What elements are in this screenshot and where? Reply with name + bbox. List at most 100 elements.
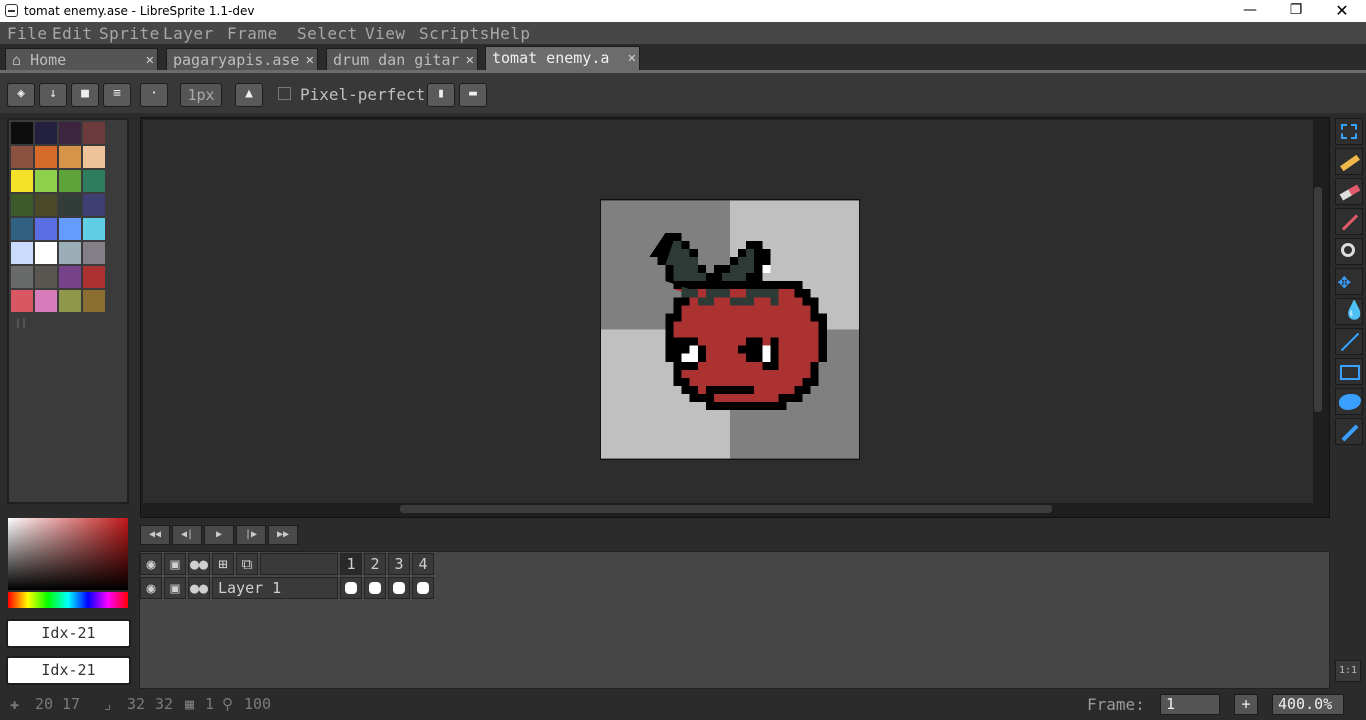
move-tool[interactable]: ✥ <box>1335 268 1363 295</box>
tab-tomat-enemy[interactable]: tomat enemy.a ✕ <box>485 46 640 72</box>
layer-name[interactable]: Layer 1 <box>212 577 338 599</box>
first-frame-button[interactable]: ◀◀ <box>140 525 170 545</box>
lock-header-icon[interactable]: ▣ <box>164 553 186 575</box>
palette-swatch[interactable] <box>35 242 57 264</box>
brush-dot-button[interactable]: · <box>140 83 168 107</box>
color-spectrum[interactable] <box>8 518 128 610</box>
menu-layer[interactable]: Layer <box>163 24 214 43</box>
close-icon[interactable]: ✕ <box>628 47 636 69</box>
zoom-reset-button[interactable]: 1:1 <box>1335 660 1361 682</box>
tab-home[interactable]: ⌂ Home ✕ <box>5 48 158 72</box>
palette-swatch[interactable] <box>35 170 57 192</box>
pixel-perfect-checkbox[interactable] <box>278 87 291 100</box>
rectangle-tool[interactable] <box>1335 358 1363 385</box>
contour-tool[interactable] <box>1335 388 1363 415</box>
menu-frame[interactable]: Frame <box>227 24 278 43</box>
menu-file[interactable]: File <box>7 24 48 43</box>
onion-skin-icon[interactable]: ⊞ <box>212 553 234 575</box>
brush-size-field[interactable]: 1px <box>180 83 222 107</box>
horizontal-scrollbar[interactable] <box>400 505 1052 513</box>
zoom-input[interactable]: 400.0% <box>1272 694 1344 715</box>
minimize-button[interactable]: — <box>1227 0 1273 22</box>
frame-header-4[interactable]: 4 <box>412 553 434 575</box>
palette-swatch[interactable] <box>11 122 33 144</box>
layer-continuous-icon[interactable]: ●● <box>188 577 210 599</box>
next-frame-button[interactable]: |▶ <box>236 525 266 545</box>
palette-swatch[interactable] <box>83 122 105 144</box>
cel-frame-1[interactable] <box>340 577 362 599</box>
palette-swatch[interactable] <box>83 146 105 168</box>
menu-scripts[interactable]: Scripts <box>419 24 490 43</box>
brush-down-button[interactable]: ↓ <box>39 83 67 107</box>
palette-swatch[interactable] <box>59 122 81 144</box>
brush-square-button[interactable]: ■ <box>71 83 99 107</box>
play-button[interactable]: ▶ <box>204 525 234 545</box>
palette-swatch[interactable] <box>35 194 57 216</box>
tab-drum-dan-gitar[interactable]: drum dan gitar ✕ <box>326 48 478 72</box>
palette-swatch[interactable] <box>35 146 57 168</box>
palette-swatch[interactable] <box>83 290 105 312</box>
palette-swatch[interactable] <box>83 266 105 288</box>
menu-view[interactable]: View <box>365 24 406 43</box>
palette-swatch[interactable] <box>11 170 33 192</box>
brush-type-button[interactable]: ◈ <box>7 83 35 107</box>
symmetry-v-button[interactable]: ▮ <box>427 83 455 107</box>
hue-slider[interactable] <box>8 592 128 608</box>
frame-input[interactable]: 1 <box>1160 694 1220 715</box>
cel-frame-4[interactable] <box>412 577 434 599</box>
palette-swatch[interactable] <box>59 290 81 312</box>
cel-frame-3[interactable] <box>388 577 410 599</box>
palette-swatch[interactable] <box>11 194 33 216</box>
sprite-canvas[interactable] <box>600 199 860 460</box>
symmetry-h-button[interactable]: ▬ <box>459 83 487 107</box>
palette-swatch[interactable] <box>11 266 33 288</box>
palette-swatch[interactable] <box>59 170 81 192</box>
frame-header-2[interactable]: 2 <box>364 553 386 575</box>
background-color-button[interactable]: Idx-21 <box>6 656 131 685</box>
palette-swatch[interactable] <box>11 290 33 312</box>
palette-resize-handle[interactable]: || <box>15 318 27 329</box>
link-cels-icon[interactable]: ⧉ <box>236 553 258 575</box>
close-button[interactable]: ✕ <box>1319 0 1365 22</box>
pencil-tool[interactable] <box>1335 148 1363 175</box>
layer-visibility-icon[interactable]: ◉ <box>140 577 162 599</box>
menu-help[interactable]: Help <box>490 24 531 43</box>
continuous-header-icon[interactable]: ●● <box>188 553 210 575</box>
palette-swatch[interactable] <box>59 194 81 216</box>
frame-header-3[interactable]: 3 <box>388 553 410 575</box>
palette-swatch[interactable] <box>83 218 105 240</box>
sv-area[interactable] <box>8 518 128 590</box>
palette-swatch[interactable] <box>83 170 105 192</box>
close-icon[interactable]: ✕ <box>306 49 314 71</box>
zoom-tool[interactable] <box>1335 238 1363 265</box>
cel-frame-2[interactable] <box>364 577 386 599</box>
opacity-button[interactable]: ▲ <box>235 83 263 107</box>
palette-swatch[interactable] <box>35 266 57 288</box>
paint-bucket-tool[interactable]: 💧 <box>1335 298 1365 325</box>
line-tool[interactable] <box>1335 328 1363 355</box>
layer-lock-icon[interactable]: ▣ <box>164 577 186 599</box>
menu-select[interactable]: Select <box>297 24 358 43</box>
visibility-header-icon[interactable]: ◉ <box>140 553 162 575</box>
palette-swatch[interactable] <box>35 218 57 240</box>
menu-edit[interactable]: Edit <box>52 24 93 43</box>
rectangular-marquee-tool[interactable] <box>1335 118 1363 145</box>
palette-swatch[interactable] <box>59 242 81 264</box>
spray-tool[interactable] <box>1335 418 1363 445</box>
palette-swatch[interactable] <box>83 242 105 264</box>
tab-pagaryapis[interactable]: pagaryapis.ase ✕ <box>166 48 318 72</box>
palette-swatch[interactable] <box>59 266 81 288</box>
previous-frame-button[interactable]: ◀| <box>172 525 202 545</box>
maximize-button[interactable]: ❐ <box>1273 0 1319 22</box>
brush-lines-button[interactable]: ≡ <box>103 83 131 107</box>
close-icon[interactable]: ✕ <box>466 49 474 71</box>
add-frame-button[interactable]: + <box>1234 694 1258 715</box>
palette-swatch[interactable] <box>11 146 33 168</box>
eyedropper-tool[interactable] <box>1335 208 1363 235</box>
palette-swatch[interactable] <box>11 218 33 240</box>
eraser-tool[interactable] <box>1335 178 1363 205</box>
palette-swatch[interactable] <box>59 146 81 168</box>
palette-swatch[interactable] <box>83 194 105 216</box>
palette-swatch[interactable] <box>35 122 57 144</box>
foreground-color-button[interactable]: Idx-21 <box>6 619 131 648</box>
